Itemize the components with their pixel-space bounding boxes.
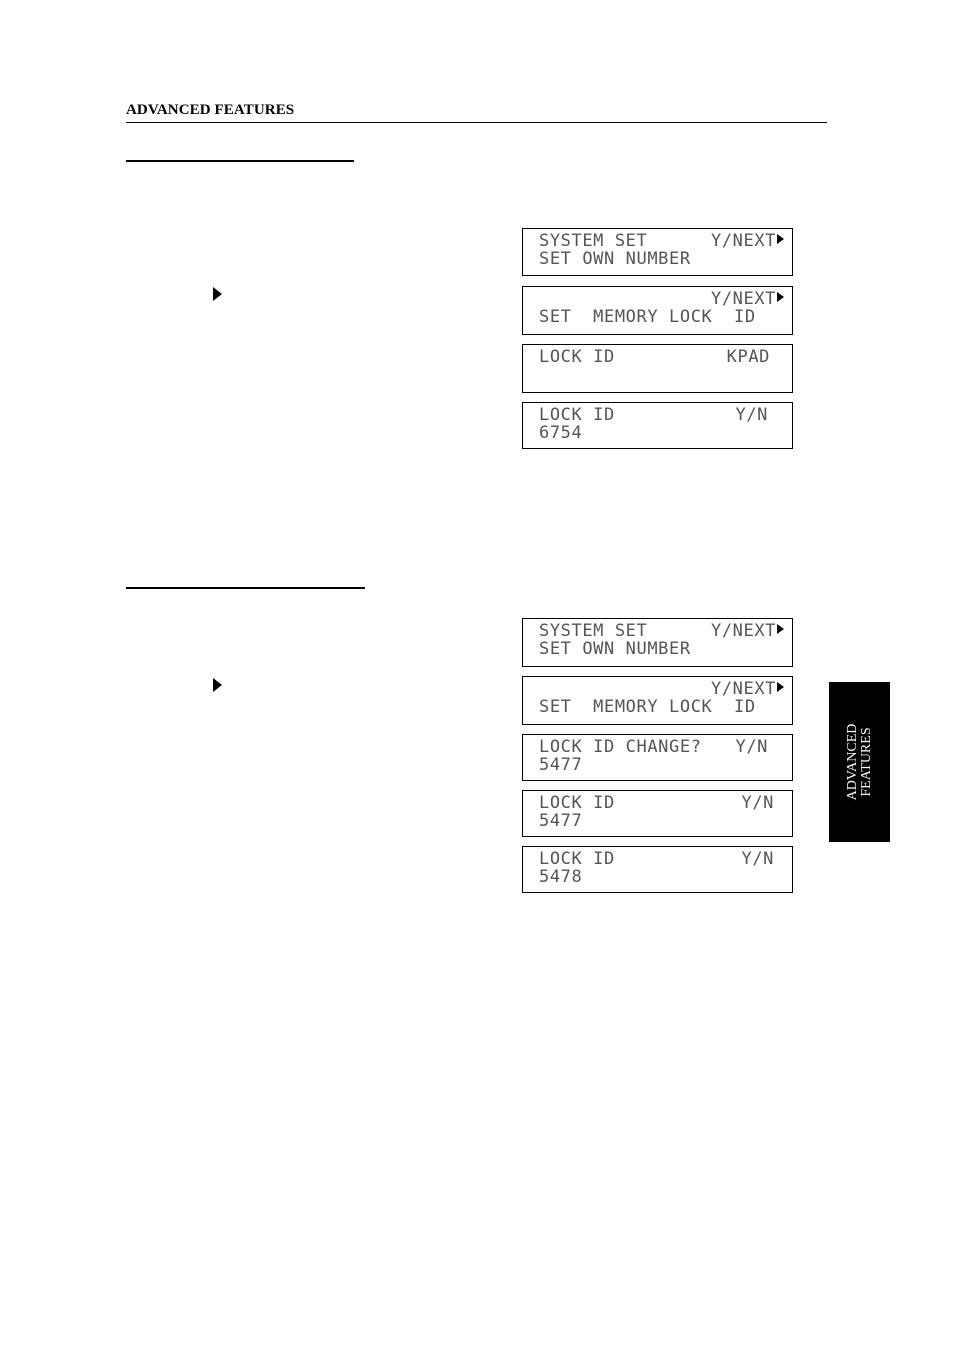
lcd-display: LOCK ID Y/N 6754 [522,402,793,449]
right-arrow-icon [213,287,222,301]
lcd-line2: 6754 [539,423,583,443]
lcd-line2: 5477 [539,755,583,775]
lcd-line2: SET OWN NUMBER [539,249,691,269]
lcd-line1-right: Y/NEXT [710,289,776,309]
lcd-line2: 5477 [539,811,583,831]
lcd-display: Y/NEXT SET MEMORY LOCK ID [522,676,793,725]
lcd-line1-left: LOCK ID [539,793,615,813]
lcd-display: LOCK ID Y/N 5478 [522,846,793,893]
chapter-thumb-tab: ADVANCED FEATURES [829,682,890,842]
lcd-line1-right: Y/NEXT [710,231,776,251]
lcd-line2: 5478 [539,867,583,887]
lcd-display: LOCK ID KPAD [522,344,793,393]
side-tab-line2: FEATURES [858,727,874,797]
lcd-display: Y/NEXT SET MEMORY LOCK ID [522,286,793,335]
lcd-line1-left: LOCK ID CHANGE? [539,737,702,757]
next-arrow-icon [777,234,784,244]
next-arrow-icon [777,682,784,692]
lcd-line2: SET OWN NUMBER [539,639,691,659]
lcd-line1-left: LOCK ID [539,849,615,869]
lcd-line1-right: Y/NEXT [710,621,776,641]
next-arrow-icon [777,292,784,302]
lcd-line2: SET MEMORY LOCK ID [539,307,756,327]
lcd-line2 [539,366,784,384]
lcd-line1-left: SYSTEM SET [539,621,648,641]
lcd-line1-left: SYSTEM SET [539,231,648,251]
lcd-line1-right: Y/NEXT [710,679,776,699]
next-arrow-icon [777,624,784,634]
lcd-line1-right: Y/N [741,793,774,813]
header-divider [126,122,827,123]
lcd-line1-right: Y/N [735,737,768,757]
lcd-display: SYSTEM SET Y/NEXT SET OWN NUMBER [522,228,793,276]
lcd-line1-right: KPAD [726,347,770,367]
lcd-display: LOCK ID CHANGE? Y/N 5477 [522,734,793,781]
page-header-title: ADVANCED FEATURES [126,102,295,118]
section-1-heading-rule [126,160,354,162]
lcd-line1-left: LOCK ID [539,405,615,425]
lcd-display: LOCK ID Y/N 5477 [522,790,793,837]
right-arrow-icon [213,678,222,692]
side-tab-line1: ADVANCED [844,723,860,801]
lcd-line2: SET MEMORY LOCK ID [539,697,756,717]
lcd-line1-right: Y/N [735,405,768,425]
lcd-line1-right: Y/N [741,849,774,869]
lcd-line1-left: LOCK ID [539,347,615,367]
lcd-display: SYSTEM SET Y/NEXT SET OWN NUMBER [522,618,793,667]
section-2-heading-rule [126,587,365,589]
